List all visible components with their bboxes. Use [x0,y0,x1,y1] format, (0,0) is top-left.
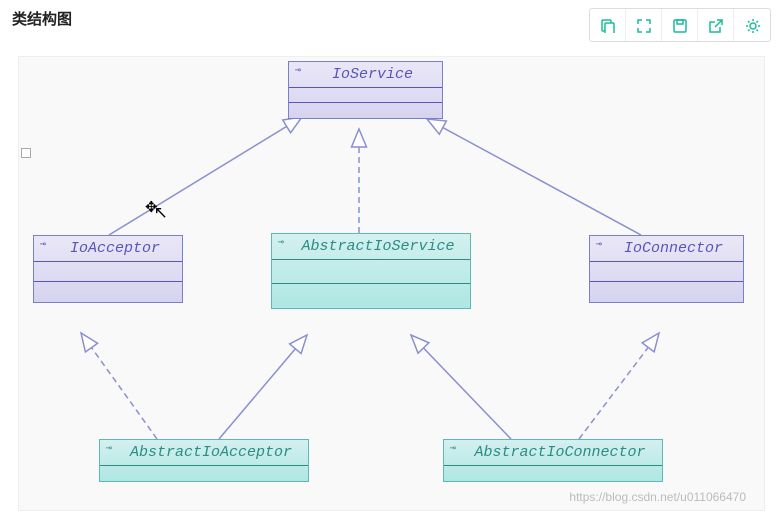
class-ioacceptor[interactable]: IoAcceptor [33,235,183,303]
class-ops [34,282,182,302]
settings-button[interactable] [734,9,770,41]
class-ops [590,282,743,302]
class-attrs [289,88,442,103]
class-ops [289,103,442,118]
class-attrs [590,262,743,282]
class-ioconnector[interactable]: IoConnector [589,235,744,303]
uml-diagram: IoService IoAcceptor AbstractIoService I… [18,56,765,511]
class-attrs [444,466,662,481]
watermark-text: https://blog.csdn.net/u011066470 [569,490,746,504]
class-name: IoAcceptor [34,236,182,262]
copy-button[interactable] [590,9,626,41]
move-cursor-icon: ✥↖ [145,197,172,217]
class-attrs [272,260,470,284]
share-icon [708,18,723,33]
save-button[interactable] [662,9,698,41]
class-ops [272,284,470,308]
class-name: IoConnector [590,236,743,262]
toolbar [589,8,771,42]
share-button[interactable] [698,9,734,41]
class-attrs [34,262,182,282]
class-name: AbstractIoService [272,234,470,260]
class-ioservice[interactable]: IoService [288,61,443,119]
class-abstractioacceptor[interactable]: AbstractIoAcceptor [99,439,309,482]
class-abstractioservice[interactable]: AbstractIoService [271,233,471,309]
class-name: IoService [289,62,442,88]
settings-icon [745,18,760,33]
header: 类结构图 [0,0,783,46]
class-name: AbstractIoAcceptor [100,440,308,466]
class-name: AbstractIoConnector [444,440,662,466]
class-abstractioconnector[interactable]: AbstractIoConnector [443,439,663,482]
expand-button[interactable] [626,9,662,41]
page-title: 类结构图 [12,8,72,29]
save-icon [672,18,687,33]
copy-icon [600,18,615,33]
expand-icon [636,18,651,33]
class-attrs [100,466,308,481]
